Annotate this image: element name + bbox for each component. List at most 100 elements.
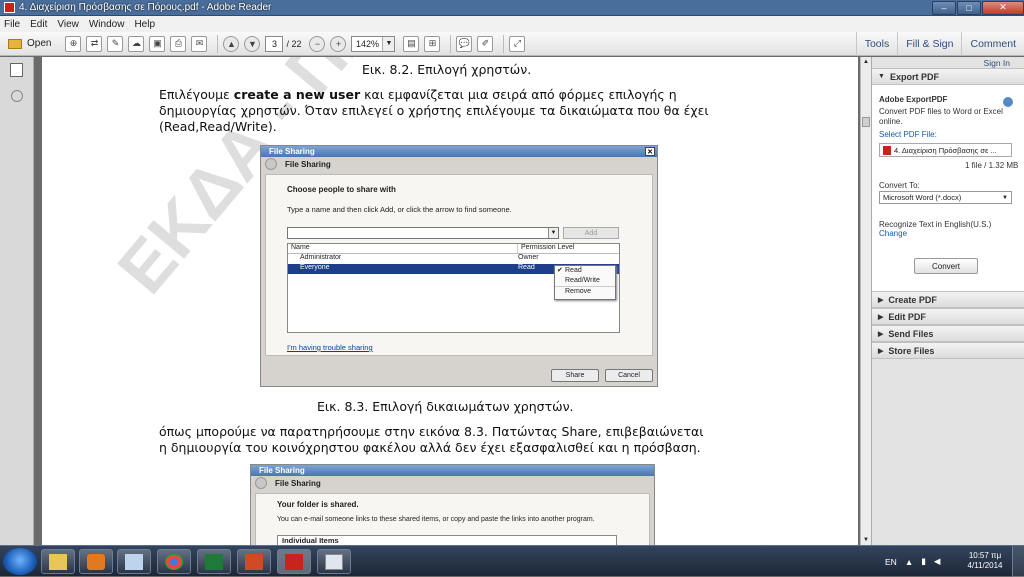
vertical-scrollbar[interactable]: ▲ ▼ bbox=[860, 57, 871, 545]
powerpoint-task[interactable] bbox=[237, 549, 271, 574]
dialog-close-icon: ✕ bbox=[645, 147, 655, 156]
media-player-task[interactable] bbox=[79, 549, 113, 574]
format-select[interactable]: Microsoft Word (*.docx) ▼ bbox=[879, 191, 1012, 204]
tools-tab[interactable]: Tools bbox=[855, 32, 898, 56]
send-files-section[interactable]: ▶ Send Files bbox=[872, 325, 1024, 342]
sign-in-link[interactable]: Sign In bbox=[984, 58, 1010, 68]
adobe-reader-task[interactable] bbox=[277, 549, 311, 574]
menu-file[interactable]: File bbox=[4, 19, 20, 30]
explorer-task[interactable] bbox=[41, 549, 75, 574]
close-button[interactable]: ✕ bbox=[982, 0, 1024, 15]
recognize-text-label: Recognize Text in English(U.S.) bbox=[879, 220, 992, 229]
title-bar: 4. Διαχείριση Πρόσβασης σε Πόρους.pdf - … bbox=[0, 0, 1024, 16]
page-number-input[interactable]: 3 bbox=[265, 35, 284, 52]
toolbar-separator bbox=[217, 34, 219, 53]
page-up-icon[interactable]: ▲ bbox=[223, 35, 240, 52]
folder-shared-screenshot: File Sharing File Sharing Your folder is… bbox=[250, 464, 655, 545]
dialog-title: File Sharing bbox=[269, 147, 315, 156]
page-down-icon[interactable]: ▼ bbox=[244, 35, 261, 52]
row-name: Everyone bbox=[300, 264, 330, 271]
tray-arrow-icon[interactable]: ▲ bbox=[905, 557, 913, 567]
row-permission: Owner bbox=[518, 254, 539, 261]
clock-date: 4/11/2014 bbox=[967, 561, 1003, 570]
show-desktop-button[interactable] bbox=[1012, 546, 1024, 577]
edit-icon[interactable]: ✎ bbox=[107, 35, 124, 52]
zoom-value: 142% bbox=[355, 38, 379, 49]
open-button[interactable]: Open bbox=[8, 38, 51, 49]
fit-page-icon[interactable]: ▤ bbox=[403, 35, 420, 52]
create-pdf-section[interactable]: ▶ Create PDF bbox=[872, 291, 1024, 308]
para1-text: και εμφανίζεται μια σειρά από φόρμες επι… bbox=[360, 87, 677, 102]
chevron-down-icon: ▼ bbox=[1002, 194, 1008, 201]
attachments-icon[interactable] bbox=[11, 90, 23, 102]
dialog-nav: File Sharing bbox=[251, 476, 654, 490]
export-pdf-section[interactable]: ▼ Export PDF bbox=[872, 68, 1024, 85]
mail-icon[interactable]: ✉ bbox=[191, 35, 208, 52]
fit-width-icon[interactable]: ⊞ bbox=[424, 35, 441, 52]
document-area[interactable]: ΕΚΔΑ - ΠΑΝΕΠΙΣΤΗΜΙΟ Εικ. 8.2. Επιλογή χρ… bbox=[34, 57, 860, 545]
zoom-in-icon[interactable]: + bbox=[330, 35, 347, 52]
clock[interactable]: 10:57 πμ 4/11/2014 bbox=[965, 551, 1005, 571]
dialog-instructions: Type a name and then click Add, or click… bbox=[287, 205, 512, 214]
play-icon bbox=[87, 553, 105, 570]
menu-edit[interactable]: Edit bbox=[30, 19, 47, 30]
chevron-right-icon: ▶ bbox=[878, 330, 884, 338]
change-link[interactable]: Change bbox=[879, 229, 907, 238]
permission-menu: ✔ Read Read/Write Remove bbox=[554, 265, 616, 300]
page-total: / 22 bbox=[286, 38, 302, 49]
start-button[interactable] bbox=[3, 548, 37, 575]
zoom-out-icon[interactable]: − bbox=[309, 35, 326, 52]
print-icon[interactable]: ⎙ bbox=[170, 35, 187, 52]
store-files-section[interactable]: ▶ Store Files bbox=[872, 342, 1024, 359]
menu-window[interactable]: Window bbox=[89, 19, 125, 30]
chevron-down-icon[interactable]: ▼ bbox=[382, 36, 395, 51]
back-arrow-icon bbox=[255, 477, 267, 489]
network-icon[interactable]: ▮ bbox=[921, 556, 926, 567]
page-thumbnails-icon[interactable] bbox=[10, 63, 23, 77]
file-info: 1 file / 1.32 MB bbox=[965, 161, 1019, 170]
highlight-icon[interactable]: ✐ bbox=[477, 35, 494, 52]
upload-icon[interactable]: ☁ bbox=[128, 35, 145, 52]
volume-icon[interactable]: ◀ bbox=[934, 556, 941, 567]
zoom-select[interactable]: 142% ▼ bbox=[351, 35, 396, 52]
notepad-task[interactable] bbox=[117, 549, 151, 574]
comment-icon[interactable]: 💬 bbox=[456, 35, 473, 52]
excel-task[interactable] bbox=[197, 549, 231, 574]
fullscreen-icon[interactable]: ⤢ bbox=[509, 35, 526, 52]
scroll-thumb[interactable] bbox=[862, 117, 870, 127]
maximize-button[interactable]: □ bbox=[957, 0, 981, 15]
chevron-right-icon: ▶ bbox=[878, 347, 884, 355]
menu-help[interactable]: Help bbox=[134, 19, 155, 30]
back-arrow-icon bbox=[265, 158, 277, 170]
menu-view[interactable]: View bbox=[57, 19, 79, 30]
adobe-reader-icon bbox=[285, 553, 303, 570]
chrome-icon bbox=[165, 553, 183, 570]
toolbar: Open ⊕ ⇄ ✎ ☁ ▣ ⎙ ✉ ▲ ▼ 3 / 22 − + 142% ▼… bbox=[0, 32, 1024, 56]
col-permission: Permission Level bbox=[521, 244, 575, 251]
folder-icon bbox=[49, 553, 67, 570]
select-file-label: Select PDF File: bbox=[879, 130, 937, 139]
scroll-up-icon[interactable]: ▲ bbox=[861, 57, 871, 67]
minimize-button[interactable]: – bbox=[932, 0, 956, 15]
dialog-title: File Sharing bbox=[259, 466, 305, 475]
edit-pdf-section[interactable]: ▶ Edit PDF bbox=[872, 308, 1024, 325]
file-selector[interactable]: 4. Διαχείριση Πρόσβασης σε ... bbox=[879, 143, 1012, 157]
navigation-pane bbox=[0, 57, 34, 545]
toolbar-separator bbox=[450, 34, 452, 53]
taskbar: EN ▲ ▮ ◀ 10:57 πμ 4/11/2014 bbox=[0, 545, 1024, 577]
fill-sign-tab[interactable]: Fill & Sign bbox=[897, 32, 961, 56]
system-tray: EN ▲ ▮ ◀ bbox=[885, 546, 948, 577]
comment-tab[interactable]: Comment bbox=[961, 32, 1024, 56]
chrome-task[interactable] bbox=[157, 549, 191, 574]
para2-line-1: όπως μπορούμε να παρατηρήσουμε στην εικό… bbox=[159, 424, 704, 439]
clock-time: 10:57 πμ bbox=[968, 551, 1002, 560]
snipping-task[interactable] bbox=[317, 549, 351, 574]
save-icon[interactable]: ▣ bbox=[149, 35, 166, 52]
convert-icon[interactable]: ⇄ bbox=[86, 35, 103, 52]
pdf-file-icon bbox=[883, 145, 891, 155]
info-icon[interactable] bbox=[1003, 97, 1013, 107]
create-pdf-icon[interactable]: ⊕ bbox=[65, 35, 82, 52]
convert-button[interactable]: Convert bbox=[914, 258, 978, 274]
scroll-down-icon[interactable]: ▼ bbox=[861, 535, 871, 545]
language-indicator[interactable]: EN bbox=[885, 557, 897, 567]
